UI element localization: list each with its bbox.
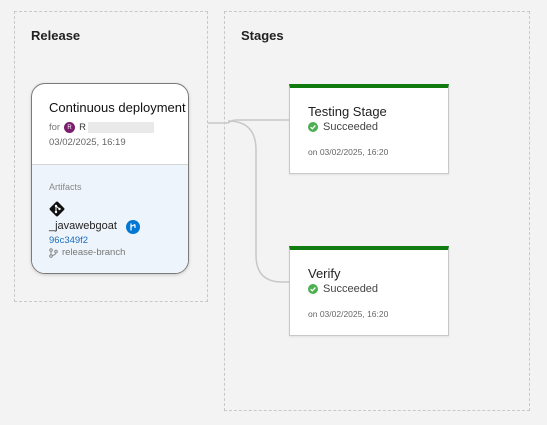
artifact-commit[interactable]: 96c349f2 <box>49 235 88 246</box>
stage-name[interactable]: Verify <box>308 266 341 281</box>
redacted-name <box>87 122 154 133</box>
artifact-name[interactable]: _javawebgoat <box>49 220 117 232</box>
artifacts-label: Artifacts <box>49 182 82 192</box>
git-icon <box>49 201 65 222</box>
release-date: 03/02/2025, 16:19 <box>49 137 126 148</box>
branch-name: release-branch <box>62 247 126 258</box>
branch-icon <box>49 247 58 258</box>
connector-to-verify <box>227 120 289 283</box>
connector-to-testing <box>208 119 289 124</box>
release-title[interactable]: Continuous deployment <box>49 100 186 115</box>
avatar: R <box>64 122 76 133</box>
stage-status: Succeeded <box>308 121 378 133</box>
check-circle-icon <box>308 284 318 294</box>
artifacts-panel: Artifacts _javawebgoat 96c349f2 release-… <box>32 164 188 273</box>
stage-status-text: Succeeded <box>323 121 379 133</box>
stage-status-text: Succeeded <box>323 283 379 295</box>
requestor-name: R <box>79 122 86 133</box>
stage-name[interactable]: Testing Stage <box>308 104 387 119</box>
release-requestor: for R R <box>49 122 154 133</box>
stage-card-verify[interactable]: Verify Succeeded on 03/02/2025, 16:20 <box>289 246 449 336</box>
build-pipeline-icon[interactable] <box>126 220 140 239</box>
artifact-branch: release-branch <box>49 247 125 258</box>
stage-date: on 03/02/2025, 16:20 <box>308 147 389 157</box>
for-label: for <box>49 122 61 133</box>
check-circle-icon <box>308 122 318 132</box>
stage-status: Succeeded <box>308 283 378 295</box>
release-card[interactable]: Continuous deployment for R R 03/02/2025… <box>31 83 189 274</box>
stage-date: on 03/02/2025, 16:20 <box>308 309 389 319</box>
stage-card-testing[interactable]: Testing Stage Succeeded on 03/02/2025, 1… <box>289 84 449 174</box>
